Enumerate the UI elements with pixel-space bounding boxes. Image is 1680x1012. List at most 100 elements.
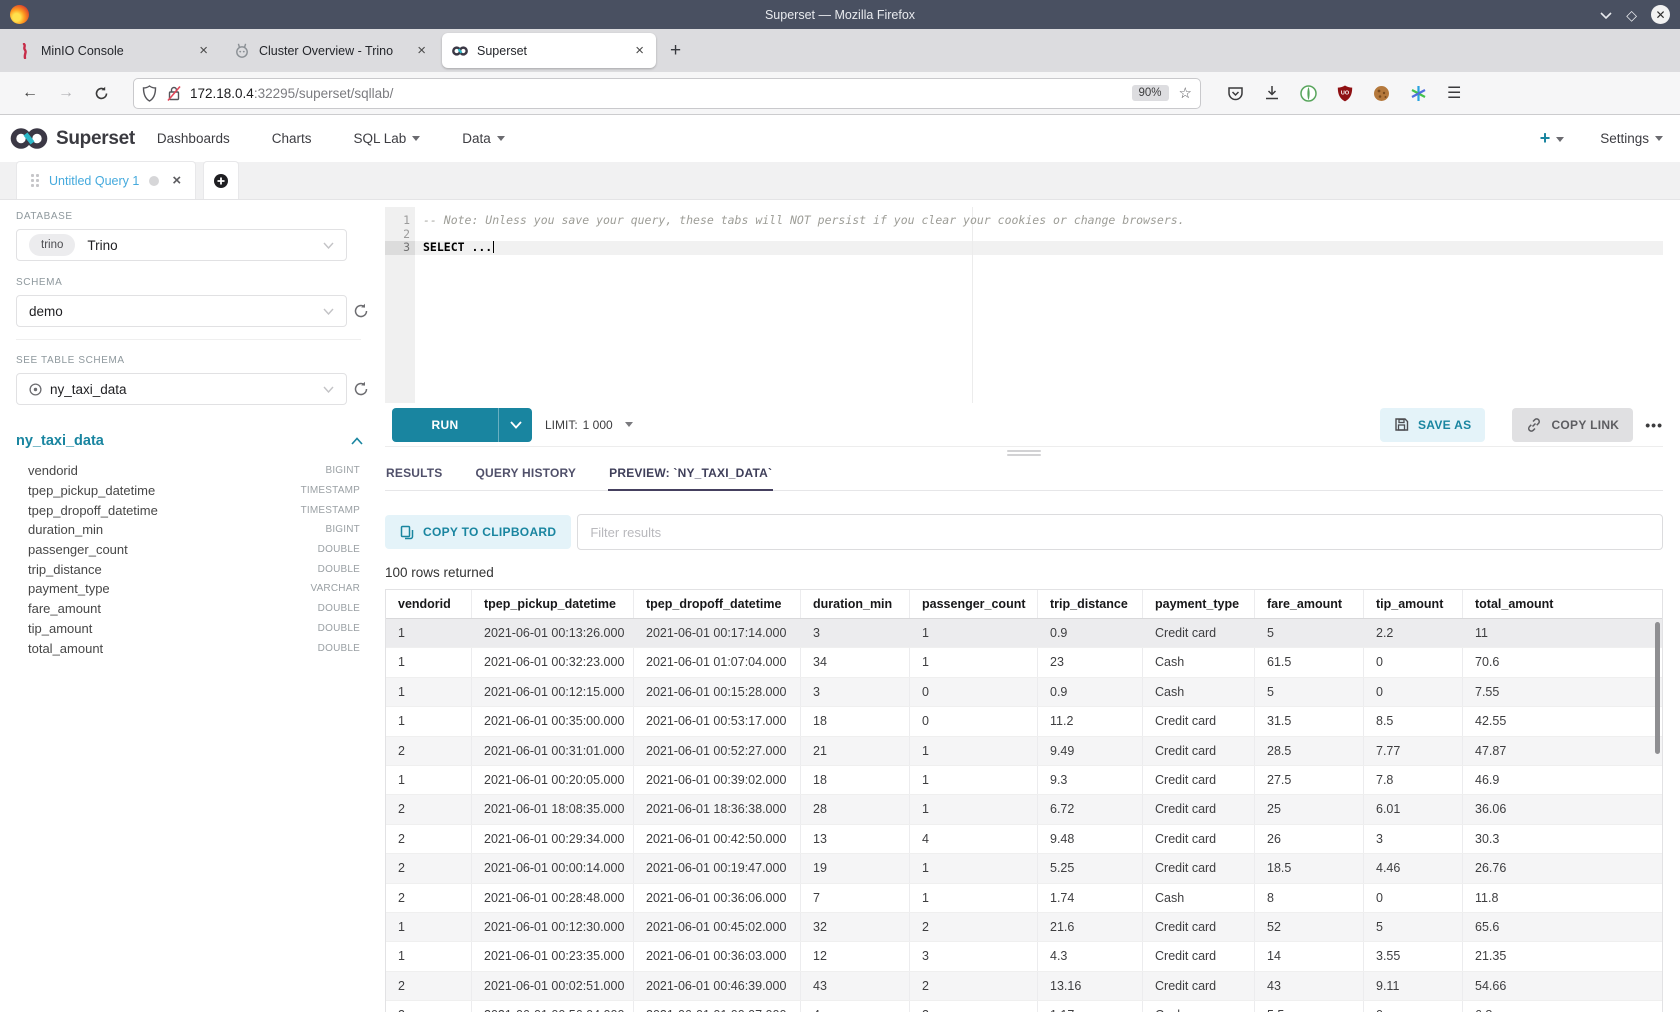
table-row[interactable]: 22021-06-01 00:00:14.0002021-06-01 00:19… (386, 854, 1662, 883)
table-select[interactable]: ny_taxi_data (16, 373, 347, 405)
column-name: tpep_pickup_datetime (28, 483, 155, 498)
tab-close-icon[interactable]: × (633, 42, 646, 59)
refresh-table-icon[interactable] (353, 381, 369, 397)
tab-close-icon[interactable]: × (197, 42, 210, 59)
table-row[interactable]: 22021-06-01 00:31:01.0002021-06-01 00:52… (386, 737, 1662, 766)
privacy-badger-icon[interactable] (1300, 85, 1317, 102)
nav-sql-lab[interactable]: SQL Lab (353, 131, 420, 146)
table-row[interactable]: 12021-06-01 00:32:23.0002021-06-01 01:07… (386, 648, 1662, 677)
table-row[interactable]: 12021-06-01 00:23:35.0002021-06-01 00:36… (386, 942, 1662, 971)
zoom-level-badge[interactable]: 90% (1132, 85, 1169, 101)
browser-tab-minio[interactable]: MinIO Console × (6, 33, 220, 68)
containers-extension-icon[interactable] (1410, 85, 1427, 102)
schema-column-duration_min[interactable]: duration_minBIGINT (16, 520, 360, 540)
download-icon[interactable] (1264, 85, 1280, 101)
tab-results[interactable]: RESULTS (385, 466, 444, 490)
collapse-table-icon[interactable] (351, 437, 363, 445)
refresh-schema-icon[interactable] (353, 303, 369, 319)
table-scrollbar-thumb[interactable] (1655, 622, 1660, 754)
column-type: DOUBLE (318, 643, 360, 654)
table-schema-title[interactable]: ny_taxi_data (16, 433, 104, 449)
table-row[interactable]: 22021-06-01 18:08:35.0002021-06-01 18:36… (386, 795, 1662, 824)
column-header-tip_amount[interactable]: tip_amount (1364, 590, 1463, 618)
database-select[interactable]: trino Trino (16, 229, 347, 261)
ublock-icon[interactable]: UO (1337, 85, 1353, 102)
url-bar[interactable]: 172.18.0.4:32295/superset/sqllab/ 90% ☆ (133, 78, 1201, 109)
query-tab-close-icon[interactable]: × (172, 172, 181, 189)
column-header-fare_amount[interactable]: fare_amount (1255, 590, 1364, 618)
lock-disabled-icon[interactable] (166, 85, 182, 102)
schema-column-trip_distance[interactable]: trip_distanceDOUBLE (16, 559, 360, 579)
schema-column-total_amount[interactable]: total_amountDOUBLE (16, 638, 360, 658)
table-row[interactable]: 12021-06-01 00:13:26.0002021-06-01 00:17… (386, 619, 1662, 648)
settings-menu[interactable]: Settings (1600, 131, 1663, 146)
browser-tab-superset[interactable]: Superset × (442, 33, 656, 68)
column-header-duration_min[interactable]: duration_min (801, 590, 910, 618)
window-close-icon[interactable]: ✕ (1651, 5, 1670, 24)
table-cell: 1 (386, 707, 472, 735)
tab-query-history[interactable]: QUERY HISTORY (475, 466, 578, 490)
table-cell: 31.5 (1255, 707, 1364, 735)
new-item-button[interactable]: + (1540, 128, 1565, 149)
column-header-total_amount[interactable]: total_amount (1463, 590, 1662, 618)
table-row[interactable]: 22021-06-01 00:28:48.0002021-06-01 00:36… (386, 884, 1662, 913)
drag-handle-icon[interactable] (31, 174, 39, 187)
nav-data[interactable]: Data (462, 131, 505, 146)
window-maximize-icon[interactable]: ◇ (1626, 8, 1637, 22)
schema-column-tpep_dropoff_datetime[interactable]: tpep_dropoff_datetimeTIMESTAMP (16, 500, 360, 520)
pocket-icon[interactable] (1227, 85, 1244, 102)
schema-column-tpep_pickup_datetime[interactable]: tpep_pickup_datetimeTIMESTAMP (16, 481, 360, 501)
editor-code-area[interactable]: -- Note: Unless you save your query, the… (415, 207, 1663, 403)
more-actions-button[interactable]: ••• (1645, 417, 1663, 433)
column-header-vendorid[interactable]: vendorid (386, 590, 472, 618)
table-row[interactable]: 12021-06-01 00:12:15.0002021-06-01 00:15… (386, 678, 1662, 707)
limit-dropdown[interactable]: LIMIT: 1 000 (545, 418, 633, 432)
schema-label: SCHEMA (16, 277, 377, 288)
schema-column-vendorid[interactable]: vendoridBIGINT (16, 461, 360, 481)
copy-link-button[interactable]: COPY LINK (1512, 408, 1633, 442)
browser-tab-trino[interactable]: Cluster Overview - Trino × (224, 33, 438, 68)
nav-charts[interactable]: Charts (272, 131, 312, 146)
column-header-payment_type[interactable]: payment_type (1143, 590, 1255, 618)
column-header-tpep_pickup_datetime[interactable]: tpep_pickup_datetime (472, 590, 634, 618)
schema-column-passenger_count[interactable]: passenger_countDOUBLE (16, 540, 360, 560)
column-header-tpep_dropoff_datetime[interactable]: tpep_dropoff_datetime (634, 590, 801, 618)
query-tab-untitled[interactable]: Untitled Query 1 × (16, 161, 196, 199)
back-button[interactable]: ← (12, 84, 48, 102)
table-cell: 2021-06-01 00:36:06.000 (634, 884, 801, 912)
table-cell: 2 (386, 795, 472, 823)
tab-preview-ny-taxi-data[interactable]: PREVIEW: `NY_TAXI_DATA` (608, 466, 773, 490)
schema-column-fare_amount[interactable]: fare_amountDOUBLE (16, 599, 360, 619)
filter-results-input[interactable] (577, 514, 1663, 550)
cookie-extension-icon[interactable] (1373, 85, 1390, 102)
sql-editor[interactable]: 1 2 3 -- Note: Unless you save your quer… (385, 207, 1663, 403)
window-minimize-icon[interactable] (1600, 11, 1612, 19)
table-row[interactable]: 22021-06-01 00:29:34.0002021-06-01 00:42… (386, 825, 1662, 854)
new-tab-button[interactable]: + (660, 40, 691, 62)
table-row[interactable]: 22021-06-01 00:02:51.0002021-06-01 00:46… (386, 972, 1662, 1001)
table-cell: 1.17 (1038, 1001, 1143, 1012)
forward-button[interactable]: → (48, 84, 84, 102)
schema-column-payment_type[interactable]: payment_typeVARCHAR (16, 579, 360, 599)
schema-select[interactable]: demo (16, 295, 347, 327)
bookmark-star-icon[interactable]: ☆ (1179, 84, 1192, 102)
save-as-button[interactable]: SAVE AS (1380, 408, 1485, 442)
reload-button[interactable] (84, 86, 119, 101)
superset-brand[interactable]: Superset (10, 127, 135, 150)
pane-resize-handle[interactable] (385, 447, 1663, 459)
table-row[interactable]: 12021-06-01 00:12:30.0002021-06-01 00:45… (386, 913, 1662, 942)
copy-to-clipboard-button[interactable]: COPY TO CLIPBOARD (385, 515, 571, 549)
table-row[interactable]: 12021-06-01 00:35:00.0002021-06-01 00:53… (386, 707, 1662, 736)
table-row[interactable]: 22021-06-01 00:56:04.0002021-06-01 01:00… (386, 1001, 1662, 1012)
nav-dashboards[interactable]: Dashboards (157, 131, 230, 146)
column-header-trip_distance[interactable]: trip_distance (1038, 590, 1143, 618)
shield-icon[interactable] (142, 85, 157, 102)
column-header-passenger_count[interactable]: passenger_count (910, 590, 1038, 618)
add-query-tab-button[interactable] (203, 161, 239, 199)
menu-hamburger-icon[interactable]: ☰ (1447, 83, 1461, 103)
table-row[interactable]: 12021-06-01 00:20:05.0002021-06-01 00:39… (386, 766, 1662, 795)
schema-column-tip_amount[interactable]: tip_amountDOUBLE (16, 619, 360, 639)
run-options-caret[interactable] (498, 408, 532, 442)
run-query-button[interactable]: RUN (392, 408, 532, 442)
tab-close-icon[interactable]: × (415, 42, 428, 59)
